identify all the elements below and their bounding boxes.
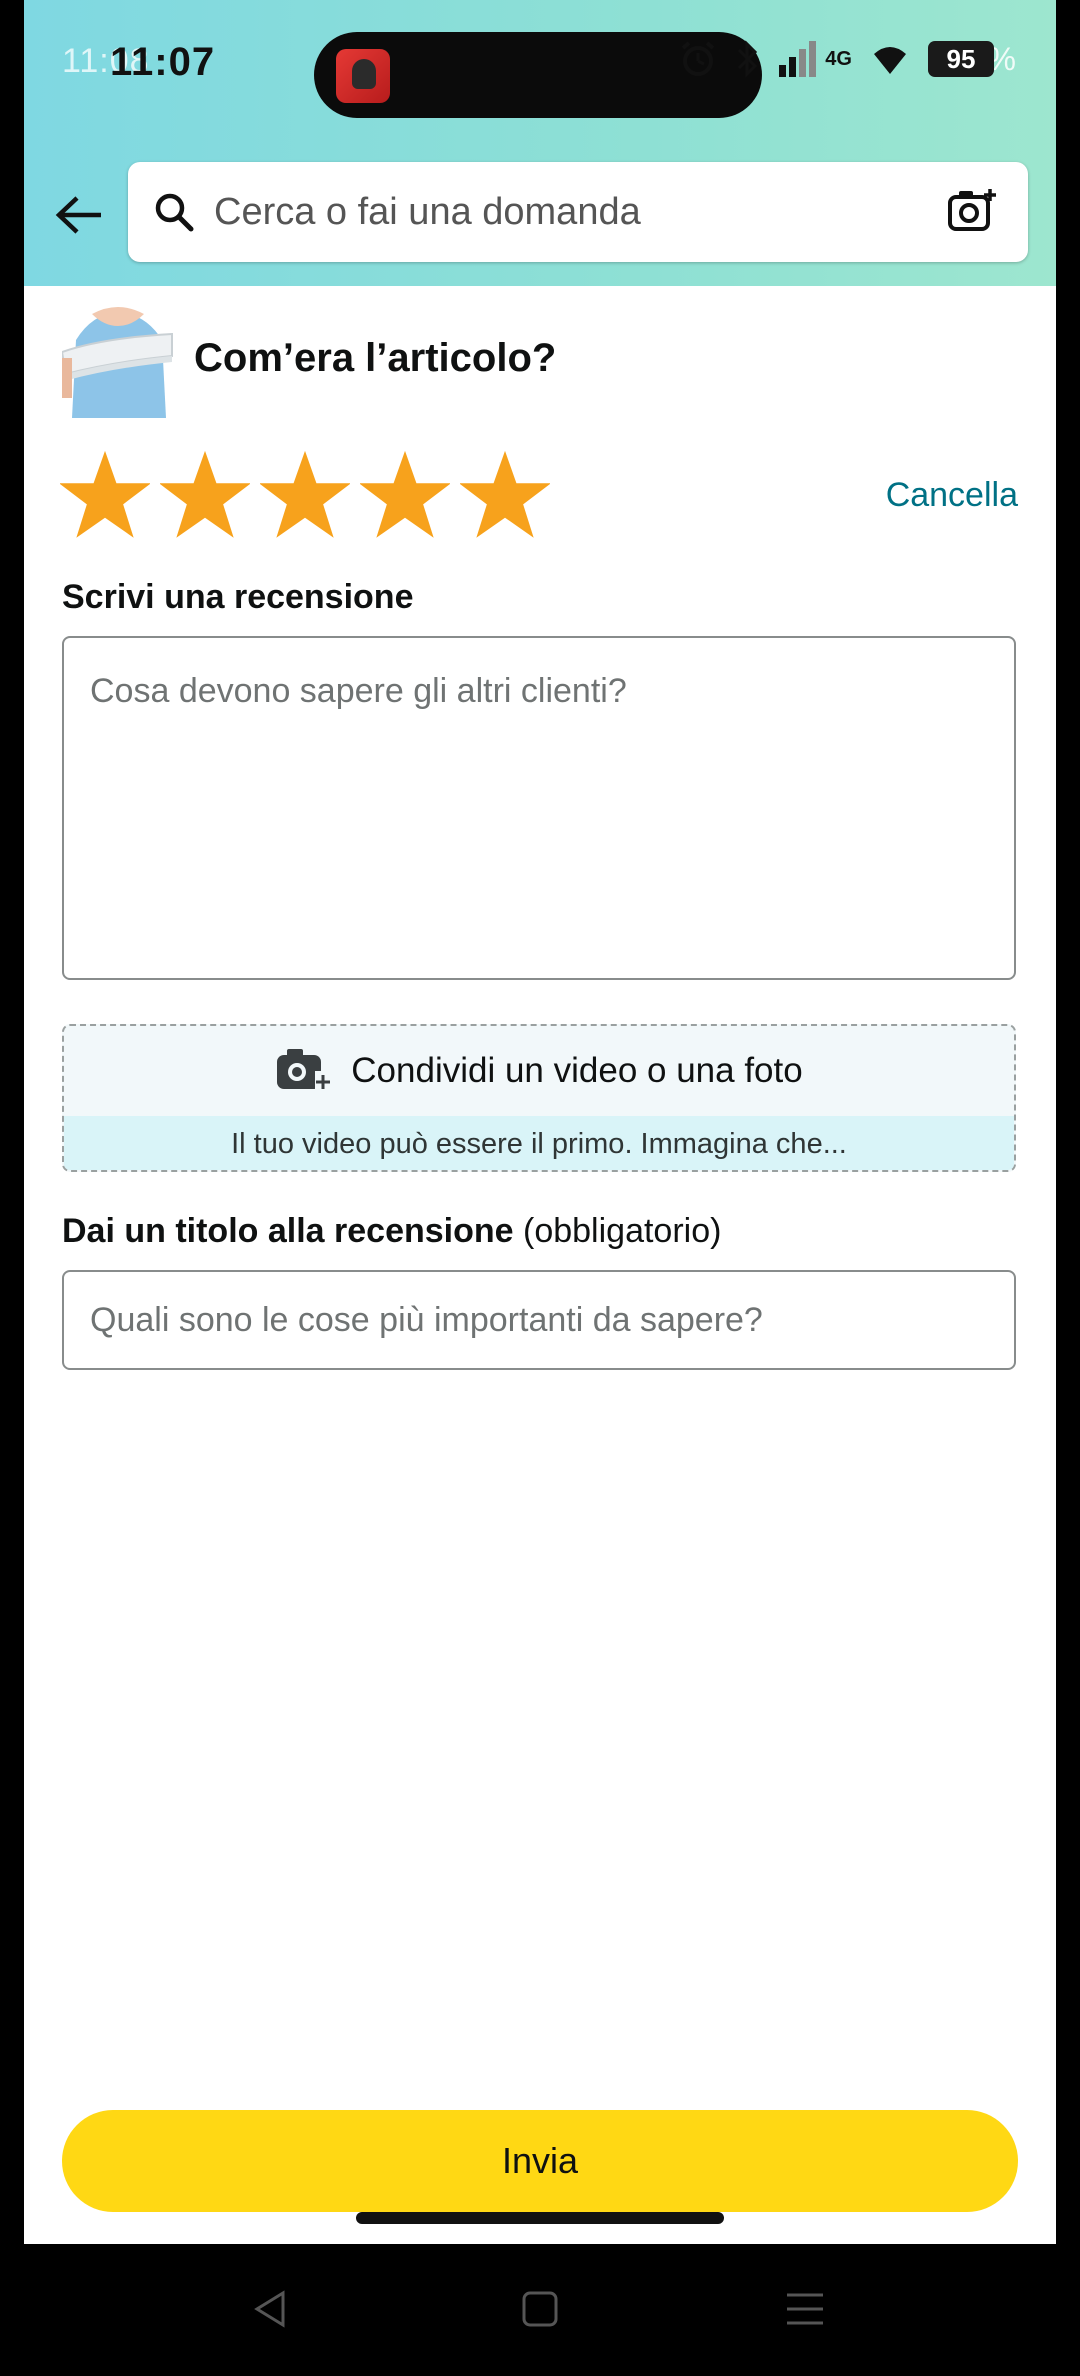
star-2-icon[interactable] (160, 450, 250, 540)
alarm-icon (679, 40, 717, 78)
media-upload-label: Condividi un video o una foto (351, 1051, 803, 1090)
network-type-label: 4G (825, 47, 852, 70)
star-1-icon[interactable] (60, 450, 150, 540)
media-thumbnail (336, 49, 390, 103)
review-title-input[interactable] (62, 1270, 1016, 1370)
star-4-icon[interactable] (360, 450, 450, 540)
star-rating[interactable] (60, 450, 550, 540)
status-icons: 4G 95 78% (679, 40, 1016, 78)
square-home-icon (520, 2289, 560, 2334)
nav-home-button[interactable] (505, 2276, 575, 2346)
app-header: 11:08 11:07 4G 95 78% (24, 0, 1056, 286)
review-label: Scrivi una recensione (62, 578, 414, 616)
review-title-label: Dai un titolo alla recensione (obbligato… (62, 1212, 721, 1251)
triangle-back-icon (251, 2289, 291, 2334)
nav-menu-button[interactable] (770, 2276, 840, 2346)
battery-icon: 95 (927, 41, 994, 77)
menu-lines-icon (785, 2289, 825, 2334)
submit-button[interactable]: Invia (62, 2110, 1018, 2212)
media-upload-row: Condividi un video o una foto (64, 1026, 1014, 1116)
status-time: 11:07 (110, 40, 216, 84)
nav-back-button[interactable] (236, 2276, 306, 2346)
product-thumbnail (62, 300, 174, 418)
media-upload-area[interactable]: Condividi un video o una foto Il tuo vid… (62, 1024, 1016, 1172)
bluetooth-icon (735, 40, 759, 78)
review-textarea[interactable] (62, 636, 1016, 980)
review-screen: 11:08 11:07 4G 95 78% (24, 0, 1056, 2244)
camera-search-icon (947, 187, 997, 238)
search-bar[interactable] (128, 162, 1028, 262)
wifi-icon (870, 42, 910, 76)
back-button[interactable] (44, 182, 114, 252)
star-3-icon[interactable] (260, 450, 350, 540)
arrow-left-icon (55, 195, 103, 240)
search-input[interactable] (214, 190, 942, 234)
system-navbar (0, 2244, 1080, 2376)
cancel-rating-link[interactable]: Cancella (886, 476, 1018, 515)
review-title-label-text: Dai un titolo alla recensione (62, 1212, 514, 1250)
rating-question: Com’era l’articolo? (194, 336, 557, 380)
search-icon (152, 190, 196, 234)
media-upload-hint: Il tuo video può essere il primo. Immagi… (64, 1116, 1014, 1170)
camera-search-button[interactable] (942, 182, 1002, 242)
signal-icon (777, 41, 817, 77)
camera-plus-icon (275, 1047, 332, 1096)
required-hint: (obbligatorio) (523, 1212, 722, 1250)
home-indicator (356, 2212, 724, 2224)
battery-level: 95 (946, 43, 976, 74)
star-5-icon[interactable] (460, 450, 550, 540)
